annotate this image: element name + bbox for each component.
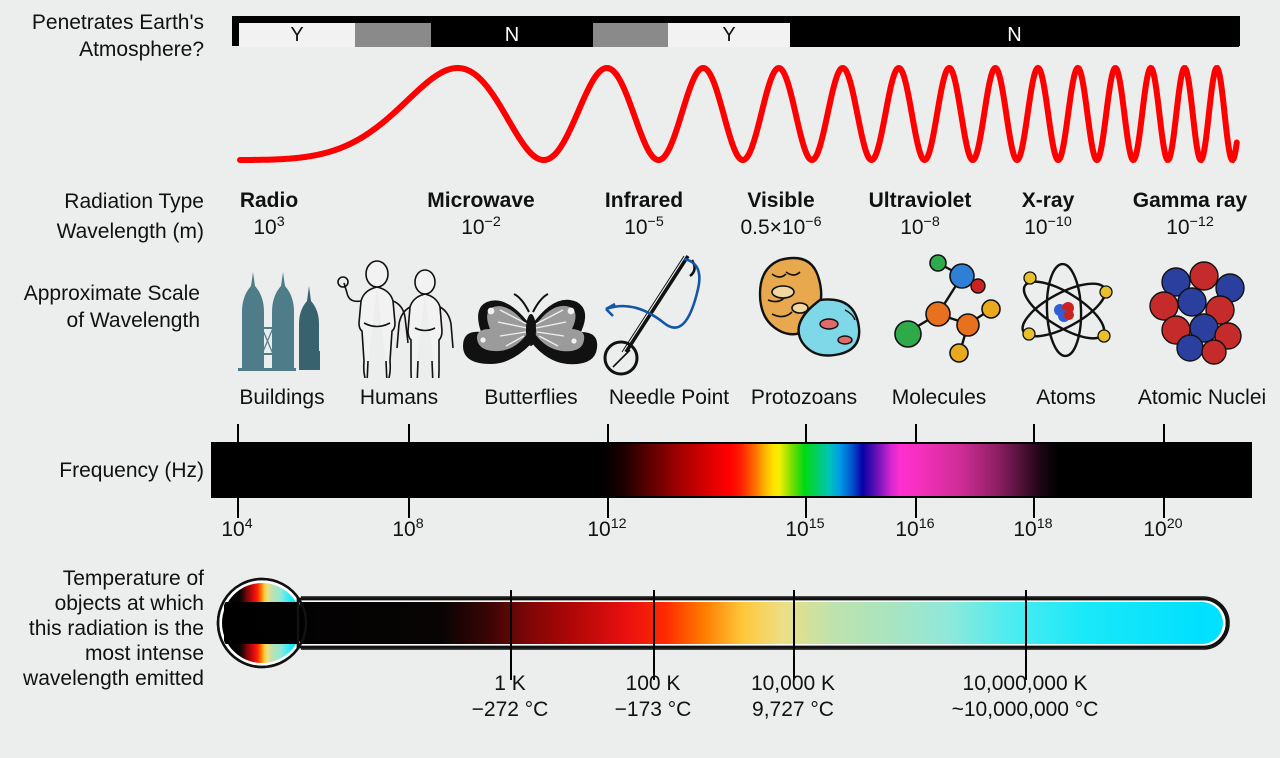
scale-names-row: Buildings Humans Butterflies Needle Point Pr…	[0, 386, 1280, 416]
temperature-celsius: ~10,000,000 °C	[951, 698, 1099, 721]
frequency-tick-label: 1015	[785, 516, 825, 541]
frequency-tick-label: 1020	[1143, 516, 1183, 541]
frequency-tick-mark	[805, 498, 807, 518]
radiation-band-gamma-ray: Gamma ray 10−12	[1080, 188, 1280, 242]
frequency-tick-mark	[915, 424, 917, 444]
temperature-celsius: 9,727 °C	[752, 698, 834, 721]
scale-name-atomic-nuclei: Atomic Nuclei	[1137, 386, 1267, 409]
temperature-tick-label: 1 K −272 °C	[370, 671, 650, 723]
frequency-tick-label: 108	[392, 516, 424, 541]
scale-illustrations	[238, 254, 1245, 378]
frequency-tick-mark	[408, 498, 410, 518]
temperature-celsius: −173 °C	[614, 698, 692, 721]
frequency-tick-mark	[408, 424, 410, 444]
radiation-type-name: Radio	[239, 189, 299, 212]
frequency-tick-mark	[915, 498, 917, 518]
butterfly-icon	[463, 293, 598, 365]
humans-icon	[337, 260, 454, 378]
wavelength-value: 10−12	[1166, 214, 1214, 239]
frequency-tick-label: 1016	[895, 516, 935, 541]
wavelength-value: 103	[253, 214, 285, 239]
temperature-celsius: −272 °C	[471, 698, 549, 721]
buildings-icon	[238, 272, 320, 371]
frequency-tick-label: 1012	[587, 516, 627, 541]
frequency-tick-mark	[1163, 424, 1165, 444]
atomic-nuclei-icon	[1149, 261, 1245, 365]
radiation-type-name: Gamma ray	[1132, 189, 1248, 212]
frequency-tick-mark	[1033, 424, 1035, 444]
radiation-type-columns: Radio 103 Microwave 10−2 Infrared 10−5 Visible…	[0, 0, 1280, 260]
frequency-tick-mark	[1163, 498, 1165, 518]
atom-icon	[1021, 262, 1113, 358]
frequency-tick-mark	[1033, 498, 1035, 518]
frequency-tick-mark	[607, 498, 609, 518]
temperature-tick-label: 10,000,000 K ~10,000,000 °C	[885, 671, 1165, 723]
frequency-tick-mark	[237, 498, 239, 518]
temperature-tick-label: 100 K −173 °C	[513, 671, 793, 723]
frequency-row-label: Frequency (Hz)	[59, 459, 204, 482]
temperature-tick-label: 10,000 K 9,727 °C	[653, 671, 933, 723]
needle-icon	[603, 255, 701, 376]
thermometer-graphic	[216, 577, 1230, 669]
molecule-icon	[894, 254, 1001, 363]
frequency-tick-mark	[805, 424, 807, 444]
temperature-row-label: Temperature of objects at which this rad…	[23, 567, 204, 690]
frequency-tick-mark	[237, 424, 239, 444]
frequency-tick-label: 1018	[1013, 516, 1053, 541]
protozoan-icon	[758, 256, 861, 357]
em-spectrum-diagram: Penetrates Earth's Atmosphere? Radiation…	[0, 0, 1280, 758]
radiation-band-radio: Radio 103	[159, 188, 379, 242]
frequency-spectrum-bar	[211, 442, 1252, 498]
frequency-tick-label: 104	[221, 516, 253, 541]
frequency-tick-mark	[607, 424, 609, 444]
